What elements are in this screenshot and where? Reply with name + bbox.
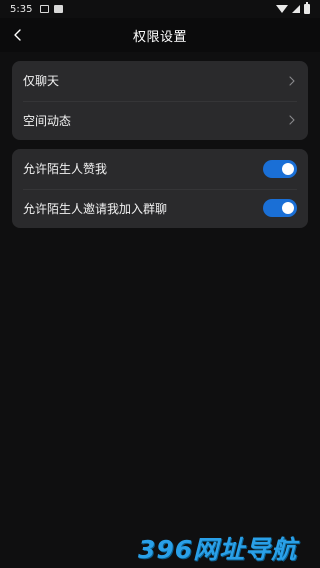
chat-permission-card: 仅聊天 空间动态 (12, 61, 308, 140)
page-title: 权限设置 (132, 29, 187, 45)
row-label: 空间动态 (23, 113, 72, 128)
toggle-knob (282, 162, 294, 175)
status-bar: 5:35 (0, 0, 320, 18)
notification-icon (54, 5, 64, 13)
stranger-permission-card: 允许陌生人赞我 允许陌生人邀请我加入群聊 (12, 149, 308, 228)
row-allow-stranger-invite: 允许陌生人邀请我加入群聊 (12, 188, 308, 229)
chevron-right-icon (287, 115, 297, 125)
row-label: 仅聊天 (23, 74, 60, 89)
app-screen: 5:35 权限设置 仅聊天 空间动态 允许陌生人赞我 允许陌生人邀请我加入群聊 … (0, 0, 320, 568)
row-allow-stranger-like: 允许陌生人赞我 (12, 149, 308, 189)
image-icon (40, 5, 50, 13)
wifi-icon (276, 5, 288, 13)
chevron-left-icon (14, 29, 21, 41)
row-space-feed[interactable]: 空间动态 (12, 100, 308, 141)
chevron-right-icon (287, 76, 297, 86)
watermark-logo: 396网址导航 (138, 535, 298, 564)
top-app-bar: 权限设置 (0, 18, 320, 52)
status-right-icons (276, 2, 310, 14)
toggle-knob (282, 202, 294, 215)
allow-stranger-invite-toggle[interactable] (263, 199, 297, 218)
row-label: 允许陌生人赞我 (23, 162, 108, 177)
status-time: 5:35 (10, 3, 33, 15)
signal-icon (292, 5, 300, 13)
row-label: 允许陌生人邀请我加入群聊 (23, 201, 168, 216)
battery-icon (304, 2, 310, 14)
row-chat-only[interactable]: 仅聊天 (12, 61, 308, 101)
back-button[interactable] (6, 23, 30, 47)
allow-stranger-like-toggle[interactable] (263, 159, 297, 178)
